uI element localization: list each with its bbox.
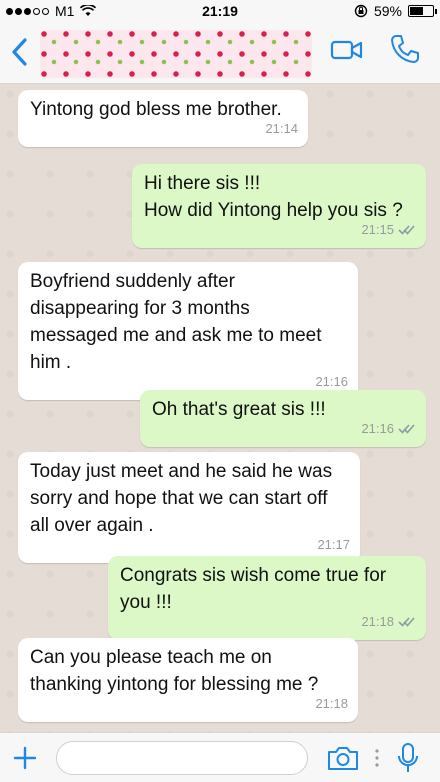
message-meta: 21:14 <box>265 115 298 142</box>
message-time: 21:15 <box>361 222 394 237</box>
message-outgoing[interactable]: Congrats sis wish come true for you !!! … <box>108 556 426 640</box>
message-meta: 21:17 <box>317 531 350 558</box>
message-outgoing[interactable]: Hi there sis !!! How did Yintong help yo… <box>132 164 426 248</box>
message-incoming[interactable]: Yintong god bless me brother. 21:14 <box>18 90 308 147</box>
rotation-lock-icon <box>354 4 368 18</box>
message-list[interactable]: Yintong god bless me brother. 21:14 Hi t… <box>0 84 440 732</box>
message-time: 21:18 <box>361 614 394 629</box>
message-time: 21:17 <box>317 537 350 552</box>
message-incoming[interactable]: Today just meet and he said he was sorry… <box>18 452 360 563</box>
camera-button[interactable] <box>326 743 360 773</box>
message-text: Hi there sis !!! <box>144 173 261 194</box>
back-button[interactable] <box>6 34 34 70</box>
message-meta: 21:15 <box>361 216 416 243</box>
message-text: disappearing for 3 months <box>30 298 250 319</box>
battery-percent: 59% <box>373 3 402 19</box>
message-time: 21:16 <box>361 421 394 436</box>
message-text: Boyfriend suddenly after <box>30 271 235 292</box>
message-text: him . <box>30 352 72 373</box>
message-text: Yintong god bless me brother. <box>30 99 282 120</box>
message-text: messaged me and ask me to meet <box>30 325 322 346</box>
message-incoming[interactable]: Boyfriend suddenly after disappearing fo… <box>18 262 358 400</box>
message-text: Today just meet and he said he was <box>30 461 333 482</box>
battery-status: 59% <box>354 3 437 19</box>
battery-icon <box>408 5 437 17</box>
message-text: Congrats sis wish come true for <box>120 565 387 586</box>
message-text: all over again . <box>30 515 154 536</box>
message-text: sorry and hope that we can start off <box>30 488 328 509</box>
contact-name-obscured[interactable] <box>40 30 312 78</box>
message-meta: 21:16 <box>361 415 416 442</box>
attach-plus-button[interactable] <box>10 743 40 773</box>
chat-header <box>0 22 440 84</box>
status-bar: M1 21:19 59% <box>0 0 440 22</box>
message-input[interactable] <box>56 741 308 775</box>
message-meta: 21:18 <box>315 690 348 717</box>
message-meta: 21:18 <box>361 608 416 635</box>
battery-fill <box>410 7 423 15</box>
read-receipt-icon <box>398 423 415 434</box>
read-receipt-icon <box>398 224 415 235</box>
microphone-button[interactable] <box>396 741 420 775</box>
message-time: 21:14 <box>265 121 298 136</box>
message-text: Can you please teach me on <box>30 647 272 668</box>
composer-bar <box>0 732 440 782</box>
video-call-button[interactable] <box>330 36 364 64</box>
message-text: thanking yintong for blessing me ? <box>30 674 319 695</box>
more-options-icon[interactable] <box>374 745 380 771</box>
read-receipt-icon <box>398 616 415 627</box>
message-incoming[interactable]: Can you please teach me on thanking yint… <box>18 638 358 722</box>
voice-call-button[interactable] <box>388 32 422 66</box>
message-time: 21:18 <box>315 696 348 711</box>
message-outgoing[interactable]: Oh that's great sis !!! 21:16 <box>140 390 426 447</box>
